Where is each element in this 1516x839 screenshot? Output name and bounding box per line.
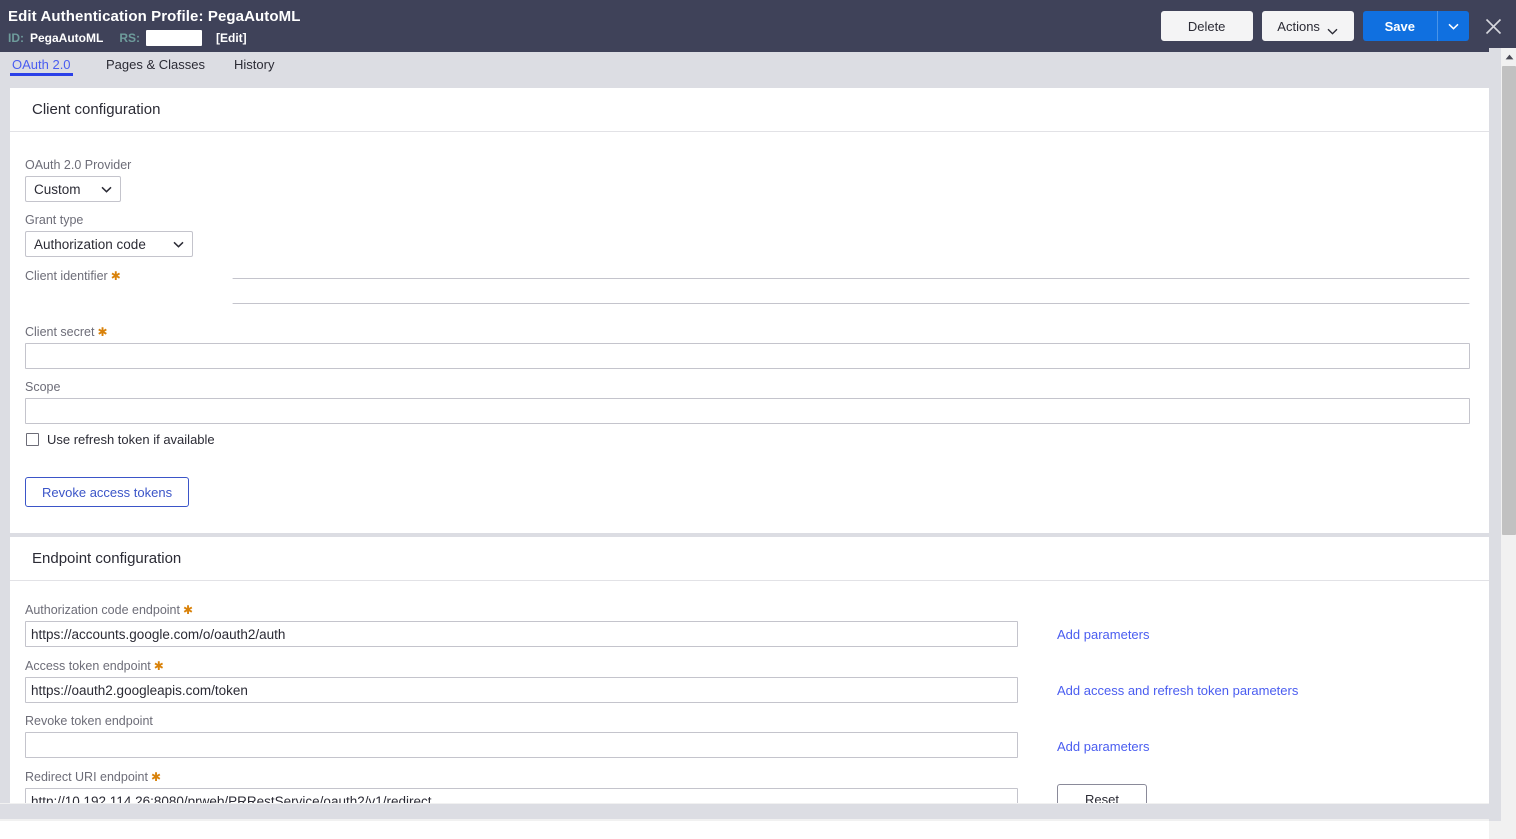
authorization-code-add-parameters-link[interactable]: Add parameters <box>1057 627 1150 642</box>
id-label: ID: <box>8 31 24 45</box>
access-token-endpoint-label-text: Access token endpoint <box>25 659 151 673</box>
revoke-token-add-parameters-link[interactable]: Add parameters <box>1057 739 1150 754</box>
access-token-endpoint-input[interactable] <box>25 677 1018 703</box>
redirect-uri-endpoint-label: Redirect URI endpoint ✱ <box>25 770 161 784</box>
endpoint-configuration-body: Authorization code endpoint✱ Add paramet… <box>10 581 1489 821</box>
use-refresh-token-label: Use refresh token if available <box>47 432 215 447</box>
required-marker: ✱ <box>97 325 108 339</box>
header-actions: Delete Actions Save <box>1160 11 1506 41</box>
authorization-code-endpoint-label-text: Authorization code endpoint <box>25 603 180 617</box>
redirect-uri-endpoint-label-text: Redirect URI endpoint <box>25 770 148 784</box>
ruleset-label: RS: <box>119 31 141 45</box>
scope-label: Scope <box>25 380 61 394</box>
required-marker: ✱ <box>182 603 194 617</box>
page-title-text: Authentication Profile: PegaAutoML <box>40 8 301 25</box>
access-token-endpoint-label: Access token endpoint ✱ <box>25 659 164 673</box>
save-button-label: Save <box>1384 18 1415 34</box>
client-secret-label: Client secret ✱ <box>25 325 108 339</box>
window-header: Edit Authentication Profile: PegaAutoML … <box>0 0 1516 52</box>
revoke-token-endpoint-label: Revoke token endpoint <box>25 714 153 728</box>
client-secret-input[interactable] <box>25 343 1470 369</box>
horizontal-scrollbar[interactable] <box>0 803 1489 821</box>
horizontal-scrollbar-thumb[interactable] <box>0 804 1489 819</box>
grant-type-select-value: Authorization code <box>34 236 146 252</box>
required-marker: ✱ <box>153 659 164 673</box>
tab-history-label: History <box>234 56 275 72</box>
actions-menu-button[interactable]: Actions <box>1261 11 1354 41</box>
client-identifier-input[interactable] <box>232 278 1470 304</box>
record-identifiers: ID: PegaAutoML RS: [Edit] <box>8 30 247 46</box>
client-identifier-label: Client identifier ✱ <box>25 269 121 283</box>
endpoint-configuration-title: Endpoint configuration <box>10 537 1489 581</box>
delete-button[interactable]: Delete <box>1160 11 1253 41</box>
form-scroll-area: Client configuration OAuth 2.0 Provider … <box>0 76 1489 821</box>
access-token-add-parameters-link[interactable]: Add access and refresh token parameters <box>1057 683 1298 698</box>
vertical-scrollbar[interactable] <box>1500 48 1516 839</box>
page-title: Edit Authentication Profile: PegaAutoML <box>8 8 301 25</box>
close-icon[interactable] <box>1480 13 1506 39</box>
tab-oauth-2-0-label: OAuth 2.0 <box>12 56 71 72</box>
use-refresh-token-checkbox[interactable] <box>26 433 39 446</box>
actions-menu-label: Actions <box>1277 18 1320 34</box>
chevron-down-icon <box>163 241 184 248</box>
scope-input[interactable] <box>25 398 1470 424</box>
provider-label: OAuth 2.0 Provider <box>25 158 132 172</box>
client-identifier-label-text: Client identifier <box>25 269 108 283</box>
scroll-up-icon[interactable] <box>1501 48 1516 65</box>
revoke-access-tokens-button[interactable]: Revoke access tokens <box>25 477 190 507</box>
delete-button-label: Delete <box>1187 18 1226 34</box>
revoke-access-tokens-label: Revoke access tokens <box>42 484 173 500</box>
scrollbar-corner <box>1489 821 1516 839</box>
page-title-prefix: Edit <box>8 8 37 25</box>
save-button[interactable]: Save <box>1362 11 1469 41</box>
client-configuration-title: Client configuration <box>10 88 1489 132</box>
tab-bar: OAuth 2.0 Pages & Classes History <box>0 52 1516 76</box>
grant-type-label: Grant type <box>25 213 84 227</box>
required-marker: ✱ <box>110 269 121 283</box>
vertical-scrollbar-thumb[interactable] <box>1502 66 1516 535</box>
edit-ruleset-link[interactable]: [Edit] <box>216 31 247 45</box>
client-configuration-card: Client configuration OAuth 2.0 Provider … <box>10 88 1489 533</box>
id-value: PegaAutoML <box>30 31 104 45</box>
authorization-code-endpoint-input[interactable] <box>25 621 1018 647</box>
grant-type-select[interactable]: Authorization code <box>25 231 193 257</box>
endpoint-configuration-card: Endpoint configuration Authorization cod… <box>10 537 1489 821</box>
tab-pages-and-classes-label: Pages & Classes <box>106 56 205 72</box>
required-marker: ✱ <box>150 770 162 784</box>
client-secret-label-text: Client secret <box>25 325 95 339</box>
use-refresh-token-row[interactable]: Use refresh token if available <box>26 432 215 447</box>
provider-select[interactable]: Custom <box>25 176 121 202</box>
revoke-token-endpoint-input[interactable] <box>25 732 1018 758</box>
tab-oauth-2-0[interactable]: OAuth 2.0 <box>10 52 73 76</box>
save-dropdown-toggle[interactable] <box>1437 11 1469 41</box>
client-configuration-body: OAuth 2.0 Provider Custom Grant type Aut… <box>10 132 1489 532</box>
provider-select-value: Custom <box>34 181 81 197</box>
chevron-down-icon <box>91 186 112 193</box>
authorization-code-endpoint-label: Authorization code endpoint ✱ <box>25 603 193 617</box>
ruleset-input[interactable] <box>146 30 203 46</box>
tab-history[interactable]: History <box>232 52 276 76</box>
tab-pages-and-classes[interactable]: Pages & Classes <box>104 52 207 76</box>
chevron-down-icon <box>1327 23 1338 35</box>
